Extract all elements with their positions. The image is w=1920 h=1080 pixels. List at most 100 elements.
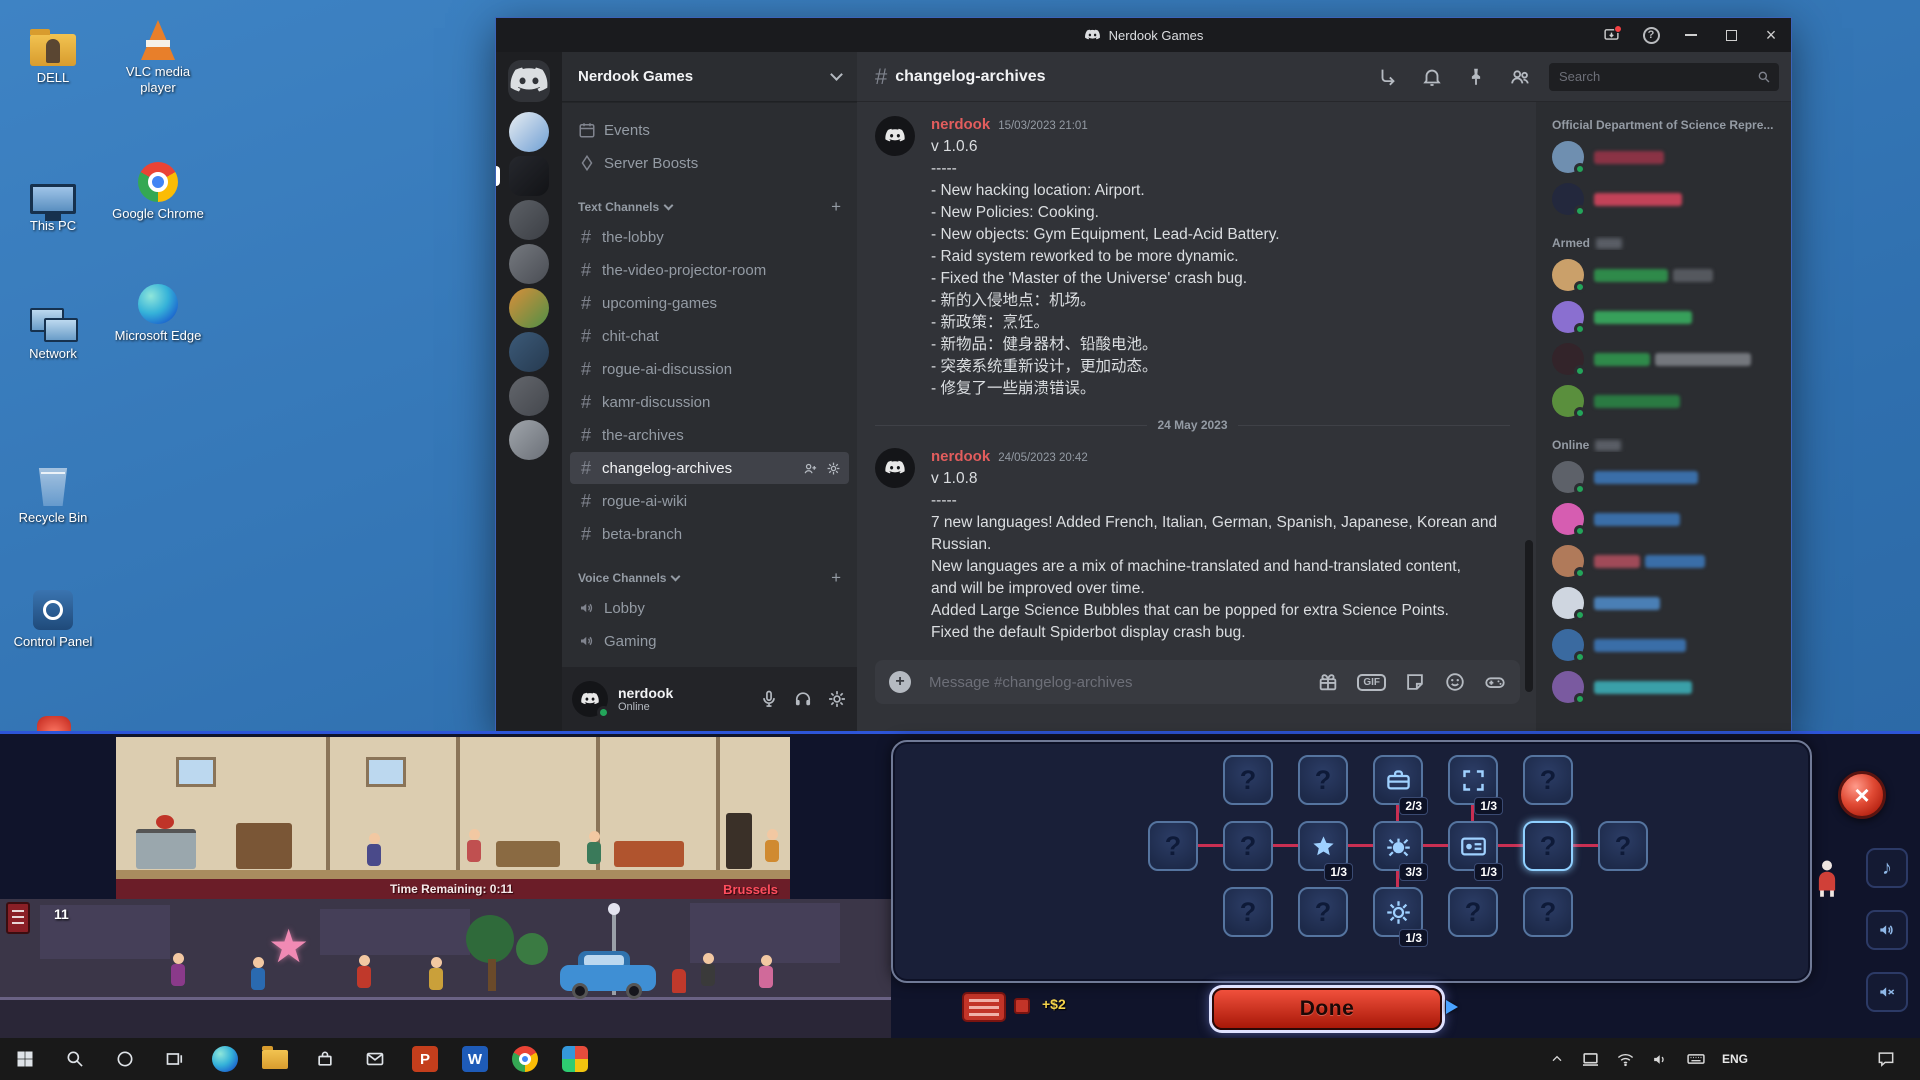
message-avatar[interactable]: [875, 116, 915, 156]
member-row[interactable]: [1552, 666, 1779, 708]
store-icon[interactable]: [300, 1038, 350, 1080]
skill-tile-star[interactable]: 1/3: [1298, 821, 1348, 871]
sidebar-item-events[interactable]: Events: [570, 114, 849, 146]
skill-tile-question[interactable]: ?: [1223, 887, 1273, 937]
member-row[interactable]: [1552, 498, 1779, 540]
taskbar-edge-icon[interactable]: [200, 1038, 250, 1080]
window-titlebar[interactable]: Nerdook Games ? ×: [496, 18, 1791, 52]
server-grey-4[interactable]: [509, 420, 549, 460]
members-icon[interactable]: [1509, 66, 1531, 88]
skill-tile-expand[interactable]: 1/3: [1448, 755, 1498, 805]
headphones-icon[interactable]: [793, 689, 813, 709]
skill-tile-question[interactable]: ?: [1523, 887, 1573, 937]
channel-changelog-archives[interactable]: #changelog-archives: [570, 452, 849, 484]
mail-icon[interactable]: [350, 1038, 400, 1080]
member-panel[interactable]: Official Department of Science Repre...A…: [1536, 102, 1791, 731]
desktop-icon-partial[interactable]: [37, 716, 71, 731]
skill-tile-gear[interactable]: 1/3: [1373, 887, 1423, 937]
person-icon[interactable]: [1812, 858, 1842, 898]
task-view-icon[interactable]: [150, 1038, 200, 1080]
game-icon[interactable]: [1484, 671, 1506, 693]
desktop-icon-control-panel[interactable]: Control Panel: [3, 584, 103, 650]
search-input[interactable]: [1557, 68, 1757, 85]
desktop-icon-vlc[interactable]: VLC media player: [108, 14, 208, 97]
channel-the-archives[interactable]: #the-archives: [570, 419, 849, 451]
desktop-icon-edge[interactable]: Microsoft Edge: [108, 278, 208, 344]
channel-kamr-discussion[interactable]: #kamr-discussion: [570, 386, 849, 418]
server-flag[interactable]: [509, 112, 549, 152]
chat-scrollbar[interactable]: [1525, 540, 1533, 692]
channel-scroll[interactable]: Events Server Boosts Text Channels + #th…: [562, 102, 857, 667]
channel-beta-branch[interactable]: #beta-branch: [570, 518, 849, 550]
create-channel-icon[interactable]: +: [831, 568, 841, 588]
voice-channels-header[interactable]: Voice Channels +: [578, 568, 841, 588]
help-icon[interactable]: ?: [1631, 18, 1671, 52]
channel-the-lobby[interactable]: #the-lobby: [570, 221, 849, 253]
language-indicator[interactable]: ENG: [1722, 1052, 1748, 1066]
channel-chit-chat[interactable]: #chit-chat: [570, 320, 849, 352]
voice-channel-gaming[interactable]: Gaming: [570, 625, 849, 657]
file-explorer-icon[interactable]: [250, 1038, 300, 1080]
keyboard-hud-icon[interactable]: [962, 992, 1006, 1022]
start-button[interactable]: [0, 1038, 50, 1080]
member-row[interactable]: [1552, 296, 1779, 338]
channel-upcoming-games[interactable]: #upcoming-games: [570, 287, 849, 319]
powerpoint-icon[interactable]: P: [400, 1038, 450, 1080]
notebook-icon[interactable]: [6, 902, 30, 934]
taskbar-search-icon[interactable]: [50, 1038, 100, 1080]
skill-tile-question[interactable]: ?: [1223, 821, 1273, 871]
voice-channel-lobby[interactable]: Lobby: [570, 592, 849, 624]
message-author[interactable]: nerdook: [931, 116, 990, 133]
sidebar-item-server-boosts[interactable]: Server Boosts: [570, 147, 849, 179]
sticker-icon[interactable]: [1404, 671, 1426, 693]
invite-icon[interactable]: [803, 461, 818, 476]
action-center-icon[interactable]: [1876, 1049, 1896, 1069]
tray-keyboard-icon[interactable]: [1686, 1049, 1706, 1069]
pin-icon[interactable]: [1465, 66, 1487, 88]
member-row[interactable]: [1552, 624, 1779, 666]
tray-chevron-icon[interactable]: [1549, 1051, 1565, 1067]
skill-tile-idcard[interactable]: 1/3: [1448, 821, 1498, 871]
message-list[interactable]: nerdook15/03/2023 21:01v 1.0.6------ New…: [875, 108, 1510, 653]
skill-tile-question[interactable]: ?: [1523, 755, 1573, 805]
message-author[interactable]: nerdook: [931, 448, 990, 465]
mic-icon[interactable]: [759, 689, 779, 709]
member-row[interactable]: [1552, 456, 1779, 498]
music-button[interactable]: ♪: [1866, 848, 1908, 888]
message-input[interactable]: [927, 673, 1301, 692]
discord-home-button[interactable]: [508, 60, 550, 102]
search-box[interactable]: [1549, 63, 1779, 91]
skill-tile-briefcase[interactable]: 2/3: [1373, 755, 1423, 805]
tray-display-icon[interactable]: [1581, 1050, 1600, 1069]
channel-settings-icon[interactable]: [826, 461, 841, 476]
message-avatar[interactable]: [875, 448, 915, 488]
notifications-icon[interactable]: [1421, 66, 1443, 88]
done-button[interactable]: Done: [1212, 988, 1442, 1030]
game-close-button[interactable]: ×: [1838, 771, 1886, 819]
server-pixel[interactable]: [509, 288, 549, 328]
member-row[interactable]: [1552, 254, 1779, 296]
gift-icon[interactable]: [1317, 671, 1339, 693]
desktop-icon-this-pc[interactable]: This PC: [3, 168, 103, 234]
member-row[interactable]: [1552, 338, 1779, 380]
emoji-icon[interactable]: [1444, 671, 1466, 693]
member-row[interactable]: [1552, 540, 1779, 582]
channel-the-video-projector-room[interactable]: #the-video-projector-room: [570, 254, 849, 286]
member-row[interactable]: [1552, 136, 1779, 178]
server-grey-2[interactable]: [509, 244, 549, 284]
word-icon[interactable]: W: [450, 1038, 500, 1080]
desktop-icon-dell[interactable]: DELL: [3, 20, 103, 86]
desktop-icon-chrome[interactable]: Google Chrome: [108, 156, 208, 222]
skill-tile-bug[interactable]: 3/3: [1373, 821, 1423, 871]
desktop-icon-recycle-bin[interactable]: Recycle Bin: [3, 460, 103, 526]
server-grey-3[interactable]: [509, 376, 549, 416]
skill-tile-question[interactable]: ?: [1223, 755, 1273, 805]
taskbar-chrome-icon[interactable]: [500, 1038, 550, 1080]
user-avatar[interactable]: [572, 681, 608, 717]
gif-icon[interactable]: GIF: [1357, 674, 1386, 691]
attach-icon[interactable]: +: [889, 671, 911, 693]
channel-rogue-ai-discussion[interactable]: #rogue-ai-discussion: [570, 353, 849, 385]
skill-tile-question[interactable]: ?: [1148, 821, 1198, 871]
member-row[interactable]: [1552, 582, 1779, 624]
maximize-button[interactable]: [1711, 18, 1751, 52]
